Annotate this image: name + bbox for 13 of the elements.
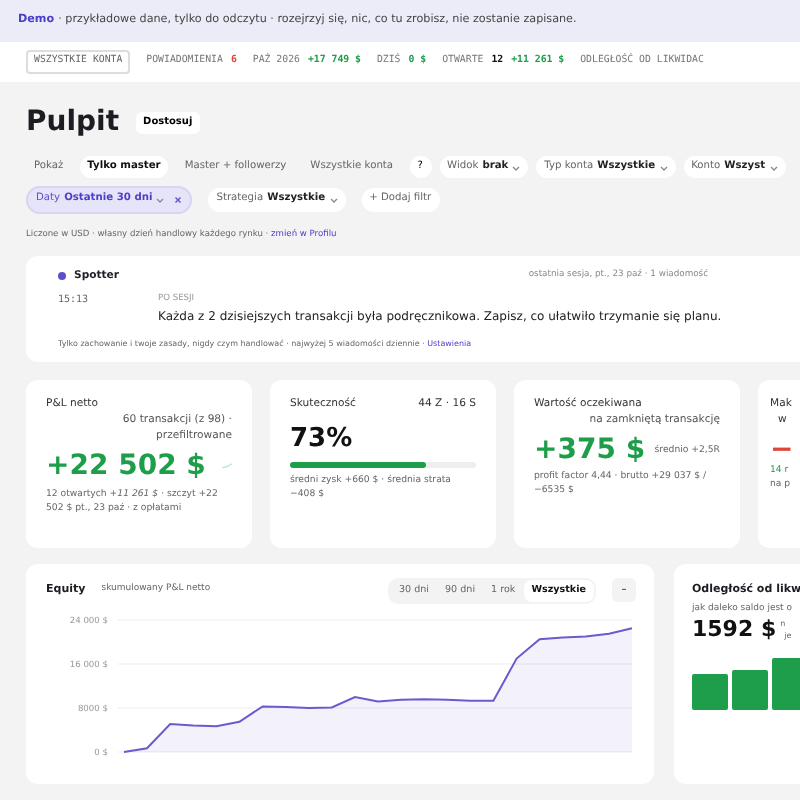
chevron-down-icon (156, 196, 165, 205)
metric-value: +375 $ (534, 435, 646, 467)
chevron-down-icon (769, 163, 778, 172)
metric-value: − (770, 435, 796, 466)
close-icon[interactable] (174, 196, 183, 205)
chevron-down-icon (329, 196, 338, 205)
metric-value: 73% (290, 425, 355, 455)
chevron-down-icon (659, 163, 668, 172)
distance-value: 1592 $ (692, 617, 777, 642)
metric-value: +22 502 $ (46, 451, 206, 483)
chevron-down-icon (512, 163, 521, 172)
status-dot (58, 272, 66, 281)
page-title: Pulpit (26, 106, 120, 140)
